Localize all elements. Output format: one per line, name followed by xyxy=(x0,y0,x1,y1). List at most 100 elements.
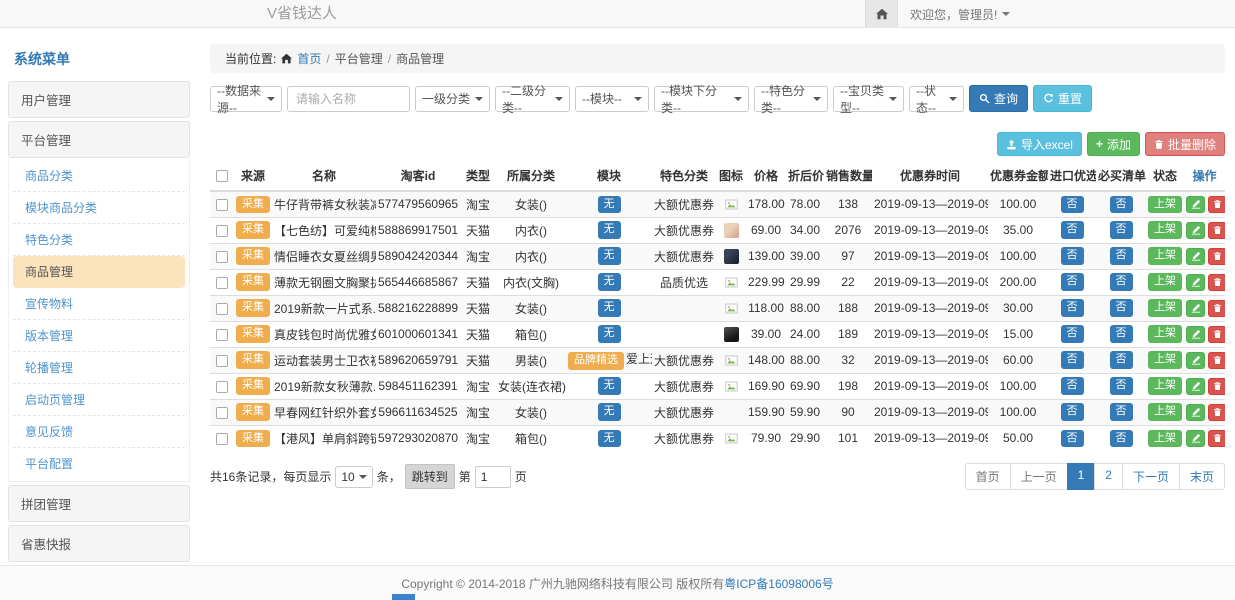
edit-button[interactable] xyxy=(1186,430,1205,447)
status-badge[interactable]: 上架 xyxy=(1148,273,1182,290)
page-button-2[interactable]: 2 xyxy=(1094,463,1123,490)
edit-button[interactable] xyxy=(1186,300,1205,317)
import-select-badge[interactable]: 否 xyxy=(1061,247,1084,264)
delete-button[interactable] xyxy=(1208,222,1225,239)
import-select-badge[interactable]: 否 xyxy=(1061,273,1084,290)
edit-button[interactable] xyxy=(1186,404,1205,421)
row-select-checkbox[interactable] xyxy=(216,199,228,211)
sidebar-subitem-platform-config[interactable]: 平台配置 xyxy=(13,448,185,479)
delete-button[interactable] xyxy=(1208,404,1225,421)
status-badge[interactable]: 上架 xyxy=(1148,403,1182,420)
delete-button[interactable] xyxy=(1208,300,1225,317)
user-menu[interactable]: 欢迎您，管理员! xyxy=(898,0,1010,28)
must-buy-badge[interactable]: 否 xyxy=(1110,403,1133,420)
delete-button[interactable] xyxy=(1208,378,1225,395)
edit-button[interactable] xyxy=(1186,378,1205,395)
status-badge[interactable]: 上架 xyxy=(1148,196,1182,213)
import-select-badge[interactable]: 否 xyxy=(1061,377,1084,394)
import-select-badge[interactable]: 否 xyxy=(1061,196,1084,213)
status-badge[interactable]: 上架 xyxy=(1148,221,1182,238)
filter-select-item-type[interactable]: --宝贝类型-- xyxy=(833,86,904,112)
filter-select-module[interactable]: --模块-- xyxy=(575,86,649,112)
sidebar-subitem-splash-mgmt[interactable]: 启动页管理 xyxy=(13,384,185,416)
filter-select-data-source[interactable]: --数据来源-- xyxy=(210,86,282,112)
must-buy-badge[interactable]: 否 xyxy=(1110,299,1133,316)
row-select-checkbox[interactable] xyxy=(216,355,228,367)
import-excel-button[interactable]: 导入excel xyxy=(997,132,1082,156)
delete-button[interactable] xyxy=(1208,430,1225,447)
sidebar-subitem-goods-mgmt[interactable]: 商品管理 xyxy=(13,256,185,288)
must-buy-badge[interactable]: 否 xyxy=(1110,325,1133,342)
sidebar-item-saving-news[interactable]: 省惠快报 xyxy=(8,525,190,562)
must-buy-badge[interactable]: 否 xyxy=(1110,273,1133,290)
home-icon-button[interactable] xyxy=(865,0,898,28)
page-number-input[interactable] xyxy=(475,466,511,488)
delete-button[interactable] xyxy=(1208,248,1225,265)
status-badge[interactable]: 上架 xyxy=(1148,325,1182,342)
add-button[interactable]: + 添加 xyxy=(1087,132,1140,156)
edit-button[interactable] xyxy=(1186,326,1205,343)
edit-button[interactable] xyxy=(1186,274,1205,291)
edit-button[interactable] xyxy=(1186,222,1205,239)
query-button[interactable]: 查询 xyxy=(969,85,1028,112)
sidebar-subitem-module-goods-category[interactable]: 模块商品分类 xyxy=(13,192,185,224)
row-select-checkbox[interactable] xyxy=(216,381,228,393)
status-badge[interactable]: 上架 xyxy=(1148,247,1182,264)
must-buy-badge[interactable]: 否 xyxy=(1110,351,1133,368)
reset-button[interactable]: 重置 xyxy=(1033,85,1092,112)
row-select-checkbox[interactable] xyxy=(216,225,228,237)
status-badge[interactable]: 上架 xyxy=(1148,377,1182,394)
name-search-input[interactable] xyxy=(287,86,410,112)
import-select-badge[interactable]: 否 xyxy=(1061,351,1084,368)
row-select-checkbox[interactable] xyxy=(216,303,228,315)
filter-select-module-sub-category[interactable]: --模块下分类-- xyxy=(654,86,749,112)
page-button-next[interactable]: 下一页 xyxy=(1122,463,1180,490)
must-buy-badge[interactable]: 否 xyxy=(1110,377,1133,394)
sidebar-item-user-mgmt[interactable]: 用户管理 xyxy=(8,81,190,118)
jump-to-button[interactable]: 跳转到 xyxy=(405,464,455,489)
import-select-badge[interactable]: 否 xyxy=(1061,221,1084,238)
row-select-checkbox[interactable] xyxy=(216,251,228,263)
sidebar-item-platform-mgmt[interactable]: 平台管理 xyxy=(8,121,190,158)
delete-button[interactable] xyxy=(1208,274,1225,291)
edit-button[interactable] xyxy=(1186,352,1205,369)
select-all-checkbox[interactable] xyxy=(216,170,228,182)
must-buy-badge[interactable]: 否 xyxy=(1110,430,1133,447)
breadcrumb-home-link[interactable]: 首页 xyxy=(297,50,321,67)
status-badge[interactable]: 上架 xyxy=(1148,351,1182,368)
page-button-first[interactable]: 首页 xyxy=(965,463,1011,490)
batch-delete-button[interactable]: 批量删除 xyxy=(1145,132,1225,156)
filter-select-status[interactable]: --状态-- xyxy=(909,86,964,112)
page-button-prev[interactable]: 上一页 xyxy=(1010,463,1068,490)
sidebar-subitem-promo-material[interactable]: 宣传物料 xyxy=(13,288,185,320)
row-select-checkbox[interactable] xyxy=(216,433,228,445)
sidebar-item-group-buy-mgmt[interactable]: 拼团管理 xyxy=(8,485,190,522)
per-page-select[interactable]: 10 xyxy=(335,466,372,488)
row-select-checkbox[interactable] xyxy=(216,329,228,341)
icp-link[interactable]: 粤ICP备16098006号 xyxy=(724,575,833,592)
sidebar-subitem-special-category[interactable]: 特色分类 xyxy=(13,224,185,256)
edit-button[interactable] xyxy=(1186,196,1205,213)
status-badge[interactable]: 上架 xyxy=(1148,299,1182,316)
delete-button[interactable] xyxy=(1208,352,1225,369)
import-select-badge[interactable]: 否 xyxy=(1061,403,1084,420)
edit-button[interactable] xyxy=(1186,248,1205,265)
import-select-badge[interactable]: 否 xyxy=(1061,299,1084,316)
must-buy-badge[interactable]: 否 xyxy=(1110,221,1133,238)
filter-select-second-category[interactable]: --二级分类-- xyxy=(495,86,570,112)
status-badge[interactable]: 上架 xyxy=(1148,430,1182,447)
import-select-badge[interactable]: 否 xyxy=(1061,430,1084,447)
row-select-checkbox[interactable] xyxy=(216,277,228,289)
sidebar-subitem-goods-category[interactable]: 商品分类 xyxy=(13,160,185,192)
row-select-checkbox[interactable] xyxy=(216,407,228,419)
delete-button[interactable] xyxy=(1208,326,1225,343)
must-buy-badge[interactable]: 否 xyxy=(1110,247,1133,264)
filter-select-special-category[interactable]: --特色分类-- xyxy=(754,86,828,112)
sidebar-subitem-version-mgmt[interactable]: 版本管理 xyxy=(13,320,185,352)
delete-button[interactable] xyxy=(1208,196,1225,213)
page-button-1[interactable]: 1 xyxy=(1067,463,1096,490)
sidebar-subitem-feedback[interactable]: 意见反馈 xyxy=(13,416,185,448)
filter-select-first-category[interactable]: 一级分类 xyxy=(415,86,490,112)
import-select-badge[interactable]: 否 xyxy=(1061,325,1084,342)
sidebar-subitem-carousel-mgmt[interactable]: 轮播管理 xyxy=(13,352,185,384)
